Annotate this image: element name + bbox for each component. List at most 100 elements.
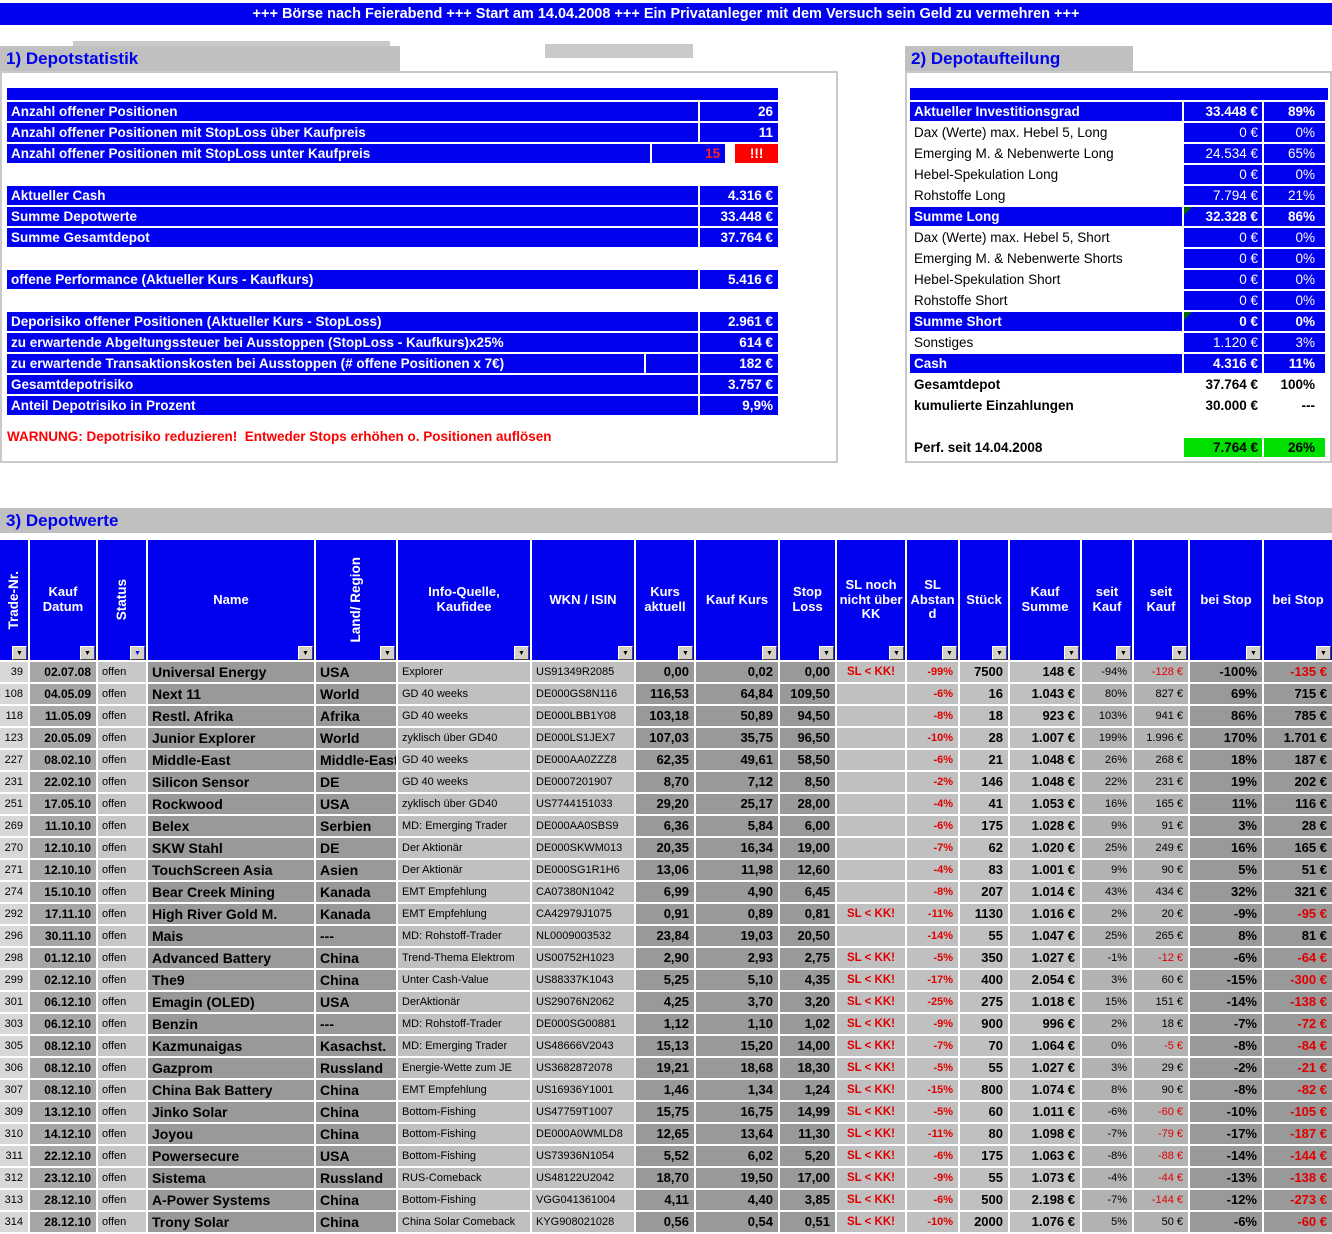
statistic-value: 4.316 € (700, 186, 778, 205)
land-region-cell: USA (316, 992, 396, 1012)
trade-nr-cell: 39 (0, 662, 28, 682)
land-region-cell: DE (316, 838, 396, 858)
kauf-summe-cell: 1.073 € (1010, 1168, 1080, 1188)
statistic-row: offene Performance (Aktueller Kurs - Kau… (7, 270, 778, 289)
filter-button-bei-stop-eur[interactable]: ▼ (1316, 646, 1331, 660)
sl-noch-nicht-ueber-kk-cell: SL < KK! (837, 992, 905, 1012)
sl-noch-nicht-ueber-kk-cell (837, 750, 905, 770)
filter-button-stop-loss[interactable]: ▼ (819, 646, 834, 660)
sl-abstand-cell: -8% (907, 706, 958, 726)
kurs-aktuell-cell: 13,06 (636, 860, 694, 880)
stueck-cell: 55 (960, 1058, 1008, 1078)
kauf-kurs-cell: 64,84 (696, 684, 778, 704)
filter-button-bei-stop-pct[interactable]: ▼ (1246, 646, 1261, 660)
land-region-cell: China (316, 1124, 396, 1144)
filter-button-kauf-summe[interactable]: ▼ (1064, 646, 1079, 660)
col-label-bei-stop-pct: bei Stop (1200, 591, 1252, 607)
kauf-kurs-cell: 5,84 (696, 816, 778, 836)
col-label-sl-noch-nicht-ueber-kk: SL noch nicht über KK (839, 576, 903, 622)
filter-button-name[interactable]: ▼ (298, 646, 313, 660)
land-region-cell: DE (316, 772, 396, 792)
col-label-name: Name (213, 591, 249, 607)
table-body: 39 02.07.08 offen Universal Energy USA Explor… (0, 662, 1332, 1234)
filter-button-sl-noch-nicht-ueber-kk[interactable]: ▼ (889, 646, 904, 660)
filter-button-stueck[interactable]: ▼ (992, 646, 1007, 660)
sl-abstand-cell: -2% (907, 772, 958, 792)
land-region-cell: China (316, 948, 396, 968)
filter-button-trade-nr[interactable]: ▼ (12, 646, 27, 660)
filter-button-kauf-datum[interactable]: ▼ (80, 646, 95, 660)
status-cell: offen (98, 1212, 146, 1232)
bei-stop-pct-cell: -8% (1190, 1080, 1262, 1100)
filter-button-kauf-kurs[interactable]: ▼ (762, 646, 777, 660)
status-cell: offen (98, 926, 146, 946)
stop-loss-cell: 0,51 (780, 1212, 835, 1232)
col-header-bei-stop-pct: bei Stop ▼ (1190, 540, 1262, 660)
filter-button-land-region[interactable]: ▼ (380, 646, 395, 660)
seit-kauf-pct-cell: 8% (1082, 1080, 1132, 1100)
filter-button-wkn-isin[interactable]: ▼ (618, 646, 633, 660)
seit-kauf-pct-cell: 43% (1082, 882, 1132, 902)
wkn-isin-cell: DE0007201907 (532, 772, 634, 792)
col-label-info-quelle: Info-Quelle, Kaufidee (428, 584, 500, 614)
filter-button-info-quelle[interactable]: ▼ (514, 646, 529, 660)
sl-noch-nicht-ueber-kk-cell (837, 684, 905, 704)
sl-abstand-cell: -6% (907, 750, 958, 770)
sl-noch-nicht-ueber-kk-cell (837, 772, 905, 792)
stop-loss-cell: 1,24 (780, 1080, 835, 1100)
seit-kauf-eur-cell: 941 € (1134, 706, 1188, 726)
allocation-label: Summe Short (910, 312, 1182, 331)
stop-loss-cell: 20,50 (780, 926, 835, 946)
wkn-isin-cell: DE000AA0ZZZ8 (532, 750, 634, 770)
filter-button-status[interactable]: ▼ (130, 646, 145, 660)
name-cell: SKW Stahl (148, 838, 314, 858)
seit-kauf-eur-cell: -88 € (1134, 1146, 1188, 1166)
allocation-value: 37.764 € (1205, 377, 1258, 392)
sl-abstand-cell: -11% (907, 904, 958, 924)
kurs-aktuell-cell: 107,03 (636, 728, 694, 748)
sl-noch-nicht-ueber-kk-cell: SL < KK! (837, 1168, 905, 1188)
statistic-label: Anzahl offener Positionen (7, 102, 698, 121)
kauf-datum-cell: 02.07.08 (30, 662, 96, 682)
filter-button-sl-abstand[interactable]: ▼ (942, 646, 957, 660)
allocation-label: Gesamtdepot (914, 377, 1001, 392)
status-cell: offen (98, 1014, 146, 1034)
filter-button-seit-kauf-pct[interactable]: ▼ (1116, 646, 1131, 660)
col-label-trade-nr: Trade-Nr. (6, 570, 22, 630)
filter-button-kurs-aktuell[interactable]: ▼ (678, 646, 693, 660)
kurs-aktuell-cell: 2,90 (636, 948, 694, 968)
statistic-label: Aktueller Cash (7, 186, 698, 205)
stop-loss-cell: 14,99 (780, 1102, 835, 1122)
status-cell: offen (98, 1190, 146, 1210)
bei-stop-pct-cell: -15% (1190, 970, 1262, 990)
sl-noch-nicht-ueber-kk-cell: SL < KK! (837, 1146, 905, 1166)
sl-abstand-cell: -99% (907, 662, 958, 682)
sl-noch-nicht-ueber-kk-cell: SL < KK! (837, 1124, 905, 1144)
section-title-depotwerte: 3) Depotwerte (0, 508, 1332, 533)
kauf-summe-cell: 1.048 € (1010, 772, 1080, 792)
stueck-cell: 80 (960, 1124, 1008, 1144)
allocation-row: Aktueller Investitionsgrad 33.448 €89% (910, 102, 1328, 121)
allocation-row: Dax (Werte) max. Hebel 5, Short 0 €0% (910, 228, 1328, 247)
allocation-row: Emerging M. & Nebenwerte Shorts 0 €0% (910, 249, 1328, 268)
statistic-label: Summe Depotwerte (7, 207, 698, 226)
wkn-isin-cell: DE000SG00881 (532, 1014, 634, 1034)
kauf-kurs-cell: 0,54 (696, 1212, 778, 1232)
allocation-label: Hebel-Spekulation Long (914, 167, 1059, 182)
sl-noch-nicht-ueber-kk-cell: SL < KK! (837, 1080, 905, 1100)
table-row: 271 12.10.10 offen TouchScreen Asia Asien Der… (0, 860, 1332, 880)
bei-stop-pct-cell: -6% (1190, 1212, 1262, 1232)
depotstatistik-rows: Anzahl offener Positionen 26 Anzahl offene… (2, 88, 836, 415)
kauf-summe-cell: 1.064 € (1010, 1036, 1080, 1056)
stop-loss-cell: 1,02 (780, 1014, 835, 1034)
trade-nr-cell: 311 (0, 1146, 28, 1166)
bei-stop-eur-cell: 785 € (1264, 706, 1332, 726)
statistic-row: Deporisiko offener Positionen (Aktueller… (7, 312, 778, 331)
seit-kauf-pct-cell: -7% (1082, 1124, 1132, 1144)
stueck-cell: 900 (960, 1014, 1008, 1034)
allocation-row: kumulierte Einzahlungen 30.000 € --- (910, 396, 1328, 415)
wkn-isin-cell: US00752H1023 (532, 948, 634, 968)
bei-stop-eur-cell: -138 € (1264, 992, 1332, 1012)
allocation-row: Cash 4.316 €11% (910, 354, 1328, 373)
filter-button-seit-kauf-eur[interactable]: ▼ (1172, 646, 1187, 660)
